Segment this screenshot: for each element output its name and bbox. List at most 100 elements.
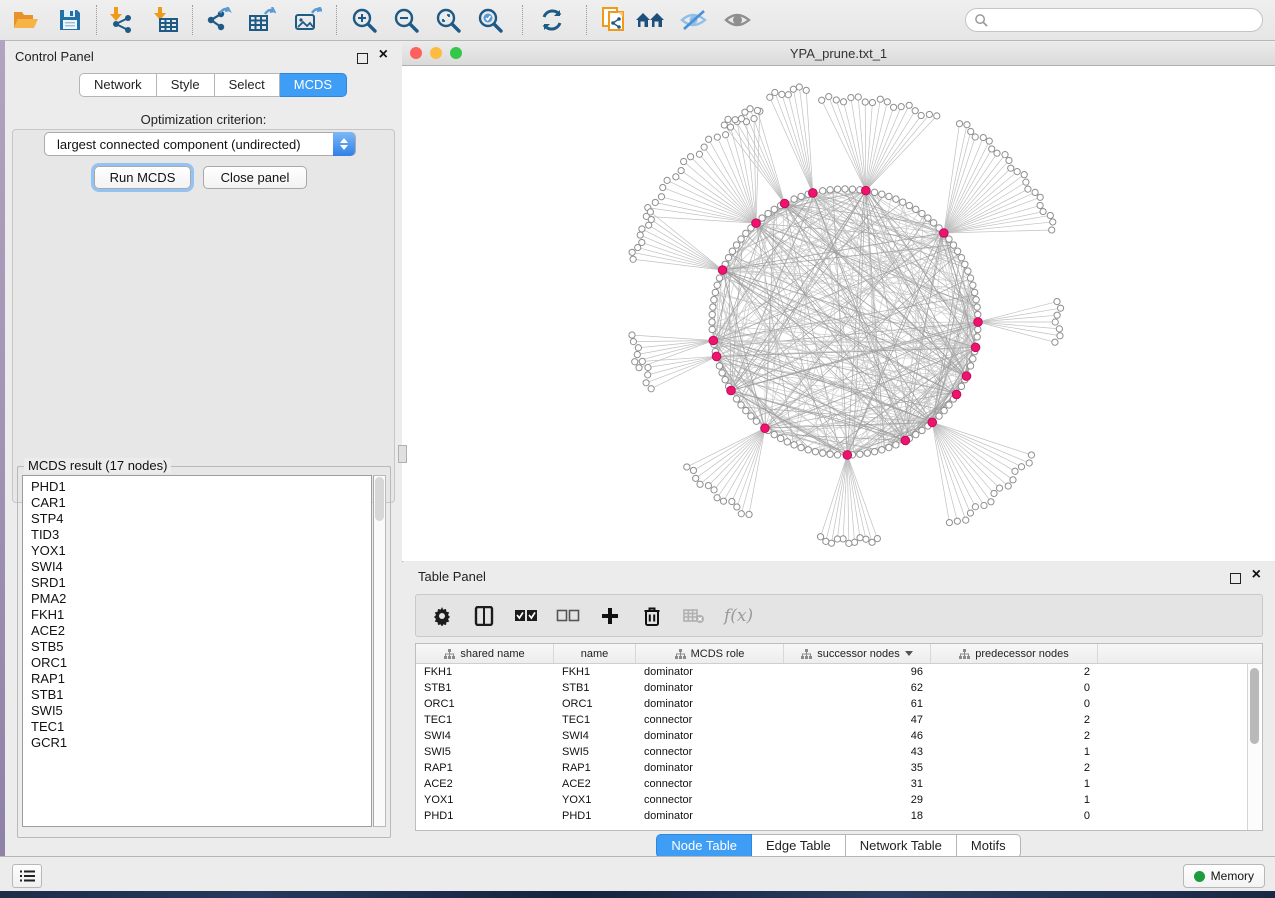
mcds-result-item[interactable]: STB1 [31,687,371,703]
network-canvas[interactable] [402,66,1275,561]
memory-status-icon [1194,871,1205,882]
mcds-list-scrollbar[interactable] [373,475,386,827]
table-tab-edge-table[interactable]: Edge Table [752,834,846,858]
table-scrollbar[interactable] [1247,664,1261,830]
mcds-result-item[interactable]: GCR1 [31,735,371,751]
mcds-result-item[interactable]: SWI5 [31,703,371,719]
node-table[interactable]: shared namenameMCDS role successor nodes p… [415,643,1263,831]
close-panel-icon[interactable]: × [379,50,388,60]
table-cell: 2 [931,712,1098,728]
mcds-result-item[interactable]: PMA2 [31,591,371,607]
show-panels-list-button[interactable] [12,864,42,888]
import-table-icon[interactable] [148,4,184,36]
column-header-shared-name[interactable]: shared name [416,644,554,663]
first-neighbors-icon[interactable] [632,4,668,36]
mcds-result-item[interactable]: STP4 [31,511,371,527]
mcds-result-item[interactable]: RAP1 [31,671,371,687]
mcds-result-item[interactable]: ACE2 [31,623,371,639]
table-cell: connector [636,712,784,728]
criterion-dropdown[interactable]: largest connected component (undirected) [44,132,356,156]
table-cell: ACE2 [416,776,554,792]
export-image-icon[interactable] [290,4,326,36]
table-header-row: shared namenameMCDS role successor nodes p… [416,644,1262,664]
table-options-icon[interactable] [430,604,454,628]
show-all-icon[interactable] [720,4,756,36]
add-column-icon[interactable] [598,604,622,628]
import-network-icon[interactable] [104,4,140,36]
table-row[interactable]: SWI5SWI5connector431 [416,744,1262,760]
column-header-successor-nodes[interactable]: successor nodes [784,644,931,663]
mcds-result-item[interactable]: FKH1 [31,607,371,623]
mcds-result-list[interactable]: PHD1CAR1STP4TID3YOX1SWI4SRD1PMA2FKH1ACE2… [22,475,372,827]
duplicate-network-icon[interactable] [596,4,632,36]
zoom-in-icon[interactable] [346,4,382,36]
table-cell: SWI5 [416,744,554,760]
memory-button[interactable]: Memory [1183,864,1265,888]
table-row[interactable]: ACE2ACE2connector311 [416,776,1262,792]
column-header-name[interactable]: name [554,644,636,663]
column-header-MCDS-role[interactable]: MCDS role [636,644,784,663]
export-table-icon[interactable] [244,4,280,36]
zoom-selected-icon[interactable] [472,4,508,36]
tab-mcds[interactable]: MCDS [280,73,347,97]
network-titlebar[interactable]: YPA_prune.txt_1 [402,41,1275,66]
mcds-result-item[interactable]: PHD1 [31,479,371,495]
column-label: successor nodes [817,648,900,660]
memory-label: Memory [1211,869,1254,883]
mcds-result-item[interactable]: SRD1 [31,575,371,591]
float-table-panel-icon[interactable] [1230,571,1241,589]
select-all-icon[interactable] [514,604,538,628]
tab-network[interactable]: Network [79,73,157,97]
table-row[interactable]: FKH1FKH1dominator962 [416,664,1262,680]
zoom-out-icon[interactable] [388,4,424,36]
save-session-icon[interactable] [52,4,88,36]
mcds-result-item[interactable]: ORC1 [31,655,371,671]
table-row[interactable]: SWI4SWI4dominator462 [416,728,1262,744]
table-row[interactable]: RAP1RAP1dominator352 [416,760,1262,776]
column-header-predecessor-nodes[interactable]: predecessor nodes [931,644,1098,663]
table-row[interactable]: TEC1TEC1connector472 [416,712,1262,728]
mcds-result-item[interactable]: YOX1 [31,543,371,559]
column-type-icon [444,649,455,659]
mcds-result-item[interactable]: SWI4 [31,559,371,575]
mcds-result-item[interactable]: TID3 [31,527,371,543]
deselect-all-icon[interactable] [556,604,580,628]
table-tab-node-table[interactable]: Node Table [656,834,752,858]
delete-column-icon[interactable] [640,604,664,628]
export-network-icon[interactable] [200,4,236,36]
table-tabs: Node TableEdge TableNetwork TableMotifs [402,834,1275,858]
table-cell: connector [636,776,784,792]
mcds-result-item[interactable]: TEC1 [31,719,371,735]
sort-chevron-icon[interactable] [905,651,913,656]
table-cell: 1 [931,792,1098,808]
tab-style[interactable]: Style [157,73,215,97]
hide-selected-icon[interactable] [676,4,712,36]
table-cell: 61 [784,696,931,712]
close-panel-button[interactable]: Close panel [203,166,307,189]
column-view-icon[interactable] [472,604,496,628]
tab-select[interactable]: Select [215,73,280,97]
table-row[interactable]: STB1STB1dominator620 [416,680,1262,696]
network-title: YPA_prune.txt_1 [402,46,1275,61]
table-cell: 2 [931,728,1098,744]
mcds-result-group: MCDS result (17 nodes) PHD1CAR1STP4TID3Y… [17,466,391,838]
table-cell: 46 [784,728,931,744]
close-table-panel-icon[interactable]: × [1252,570,1261,580]
table-tab-motifs[interactable]: Motifs [957,834,1021,858]
table-row[interactable]: PHD1PHD1dominator180 [416,808,1262,824]
table-cell: dominator [636,696,784,712]
optimization-criterion-label: Optimization criterion: [5,112,402,127]
table-row[interactable]: YOX1YOX1connector291 [416,792,1262,808]
panel-divider-handle[interactable] [398,445,407,463]
table-row[interactable]: ORC1ORC1dominator610 [416,696,1262,712]
mcds-result-item[interactable]: CAR1 [31,495,371,511]
search-field[interactable] [989,12,1262,28]
zoom-fit-icon[interactable] [430,4,466,36]
mcds-result-item[interactable]: STB5 [31,639,371,655]
table-tab-network-table[interactable]: Network Table [846,834,957,858]
float-panel-icon[interactable] [357,51,368,69]
search-input[interactable] [965,8,1263,32]
open-session-icon[interactable] [8,4,44,36]
refresh-icon[interactable] [534,4,570,36]
run-mcds-button[interactable]: Run MCDS [94,166,191,189]
